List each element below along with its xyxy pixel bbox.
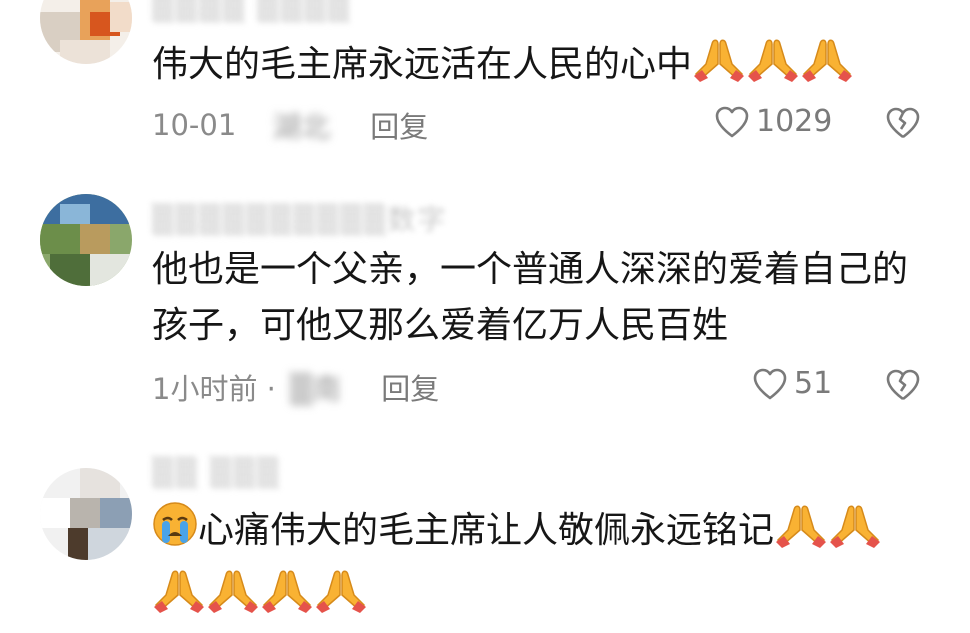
crying-face-icon xyxy=(152,500,198,565)
username[interactable]: ▒▒ ▒▒▒ xyxy=(152,456,281,489)
comment-meta: 1小时前 · ▒南 回复 xyxy=(152,366,439,408)
comment-list: ▒▒▒▒ ▒▒▒▒ 伟大的毛主席永远活在人民的心中 10-01 湖北 回复 10… xyxy=(0,0,970,633)
like-button[interactable]: 1029 xyxy=(714,104,832,139)
username[interactable]: ▒▒▒▒▒▒▒▒▒▒数字 xyxy=(152,198,447,238)
folded-hands-icon xyxy=(746,34,800,99)
username[interactable]: ▒▒▒▒ ▒▒▒▒ xyxy=(152,0,351,23)
comment-location: 湖北 xyxy=(272,110,331,144)
like-button[interactable]: 51 xyxy=(752,366,832,401)
like-count: 51 xyxy=(794,366,833,401)
comment-text: 心痛伟大的毛主席让人敬佩永远铭记 xyxy=(152,500,882,630)
heart-icon xyxy=(715,106,749,137)
comment-time: 10-01 xyxy=(152,108,237,142)
comment-item: ▒▒ ▒▒▒ 心痛伟大的毛主席让人敬佩永远铭记 xyxy=(0,430,970,633)
like-count: 1029 xyxy=(756,104,833,139)
folded-hands-icon xyxy=(206,565,260,630)
broken-heart-icon[interactable] xyxy=(884,106,922,140)
comment-item: ▒▒▒▒ ▒▒▒▒ 伟大的毛主席永远活在人民的心中 10-01 湖北 回复 10… xyxy=(0,0,970,170)
broken-heart-icon[interactable] xyxy=(884,368,922,402)
comment-meta: 10-01 湖北 回复 xyxy=(152,104,428,146)
reply-button[interactable]: 回复 xyxy=(381,366,439,408)
comment-text: 伟大的毛主席永远活在人民的心中 xyxy=(152,34,854,99)
comment-location: ▒南 xyxy=(289,372,342,406)
reply-button[interactable]: 回复 xyxy=(370,104,428,146)
comment-text: 他也是一个父亲，一个普通人深深的爱着自己的 孩子，可他又那么爱着亿万人民百姓 xyxy=(152,249,909,346)
folded-hands-icon xyxy=(152,565,206,630)
folded-hands-icon xyxy=(692,34,746,99)
avatar[interactable] xyxy=(40,194,132,286)
folded-hands-icon xyxy=(774,500,828,565)
folded-hands-icon xyxy=(828,500,882,565)
avatar[interactable] xyxy=(40,0,132,64)
avatar[interactable] xyxy=(40,468,132,560)
folded-hands-icon xyxy=(800,34,854,99)
heart-icon xyxy=(753,368,787,399)
comment-item: ▒▒▒▒▒▒▒▒▒▒数字 他也是一个父亲，一个普通人深深的爱着自己的 孩子，可他… xyxy=(0,170,970,430)
comment-time: 1小时前 · xyxy=(152,372,276,406)
folded-hands-icon xyxy=(314,565,368,630)
folded-hands-icon xyxy=(260,565,314,630)
